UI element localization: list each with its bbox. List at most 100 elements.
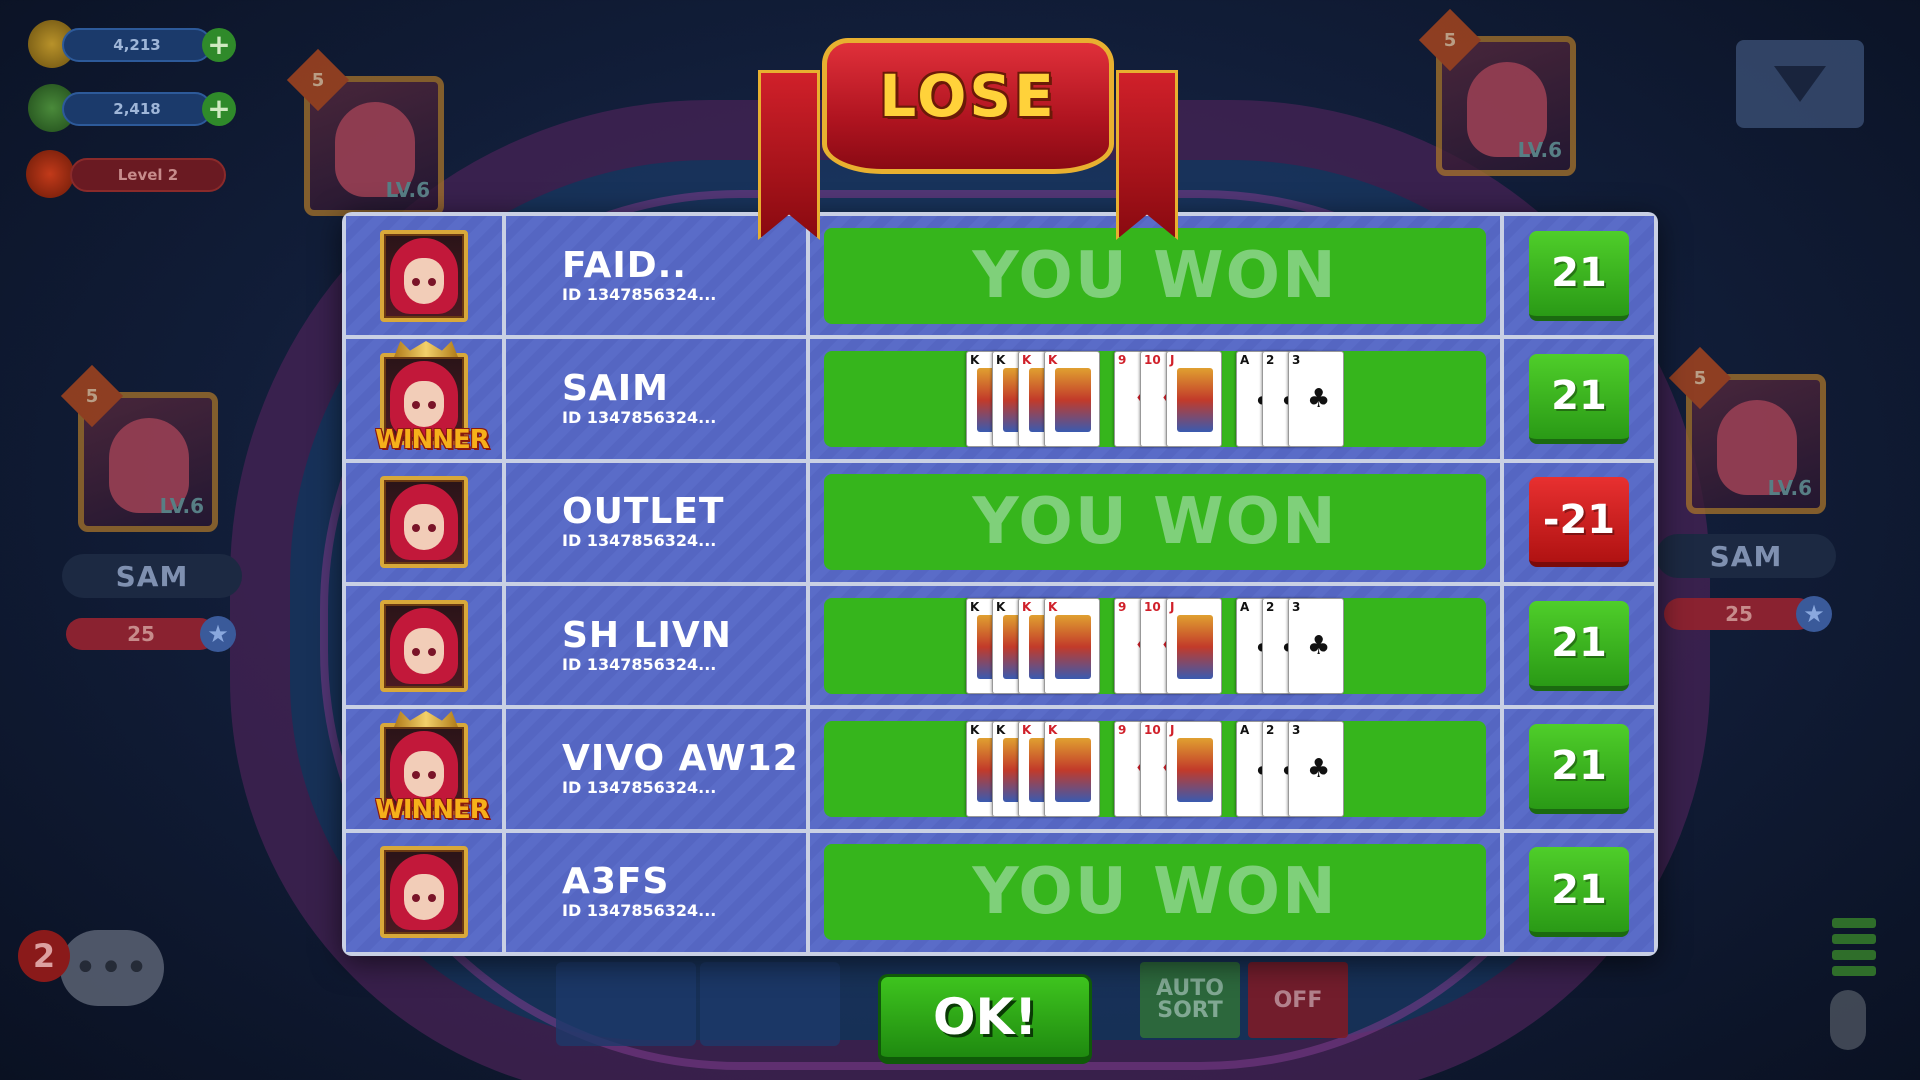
card-face-art	[1055, 367, 1091, 432]
score-badge: -21	[1529, 477, 1629, 568]
avatar-cell	[346, 585, 502, 706]
level-icon	[26, 150, 74, 198]
hand-preview-tile	[556, 962, 696, 1046]
result-cell: KKKK9♦10♦JA♣2♣3♣	[810, 585, 1500, 706]
result-bar: YOU WON	[824, 844, 1486, 941]
score-cell: 21	[1504, 339, 1654, 459]
avatar-cell	[346, 832, 502, 952]
card-hand: KKKK9♦10♦JA♣2♣3♣	[966, 720, 1344, 817]
you-won-text: YOU WON	[972, 238, 1338, 313]
result-row: FAID.. ID 1347856324... YOU WON 21	[346, 216, 1654, 336]
autosort-off-toggle[interactable]: OFF	[1248, 962, 1348, 1038]
card-rank: K	[1048, 722, 1058, 737]
result-bar: KKKK9♦10♦JA♣2♣3♣	[824, 597, 1486, 694]
opponent-avatar-left: 5 LV.6	[60, 364, 218, 532]
ribbon-right	[1116, 70, 1178, 240]
signal-bar	[1832, 918, 1876, 928]
card-rank: 10	[1144, 722, 1161, 737]
card-rank: K	[1022, 352, 1032, 367]
coins-counter: 4,213	[62, 28, 212, 62]
star-icon: ★	[1796, 596, 1832, 632]
opponent-avatar-top-left: 5 LV.6	[286, 48, 444, 216]
avatar-cell: WINNER	[346, 709, 502, 829]
card-rank: K	[970, 352, 980, 367]
player-id: ID 1347856324...	[562, 901, 717, 921]
opponent-score-right: 25	[1664, 598, 1814, 630]
chat-unread-badge: 2	[18, 930, 70, 982]
score-badge: 21	[1529, 723, 1629, 814]
result-cell: YOU WON	[810, 462, 1500, 582]
you-won-text: YOU WON	[972, 485, 1338, 560]
round-result-dialog: FAID.. ID 1347856324... YOU WON 21 WINNER SAI…	[342, 212, 1658, 956]
card-rank: 9	[1118, 352, 1127, 367]
card-rank: 10	[1144, 599, 1161, 614]
avatar	[380, 599, 468, 692]
card-rank: 10	[1144, 352, 1161, 367]
player-id: ID 1347856324...	[562, 407, 717, 427]
score-cell: -21	[1504, 462, 1654, 582]
opponent-badge: 5	[1443, 29, 1457, 51]
crown-icon	[394, 340, 458, 357]
player-name: OUTLET	[562, 491, 725, 533]
add-coins-button[interactable]: +	[202, 28, 236, 62]
card-face-art	[1177, 737, 1213, 802]
card-rank: J	[1170, 722, 1175, 737]
card-rank: 3	[1292, 599, 1301, 614]
playing-card: 3 ♣	[1288, 720, 1344, 817]
player-info-cell: A3FS ID 1347856324...	[506, 832, 806, 952]
result-row: A3FS ID 1347856324... YOU WON 21	[346, 832, 1654, 952]
gems-value: 2,418	[113, 100, 161, 118]
playing-card: K	[1044, 720, 1100, 817]
opponent-level: LV.6	[1767, 476, 1812, 500]
player-info-cell: OUTLET ID 1347856324...	[506, 462, 806, 582]
card-rank: A	[1240, 599, 1250, 614]
player-name: A3FS	[562, 861, 670, 903]
card-rank: J	[1170, 352, 1175, 367]
lose-banner: LOSE	[752, 30, 1184, 240]
card-meld: 9♦10♦J	[1114, 720, 1222, 817]
autosort-button[interactable]: AUTO SORT	[1140, 962, 1240, 1038]
opponent-badge: 5	[1693, 367, 1707, 389]
add-gems-button[interactable]: +	[202, 92, 236, 126]
card-suit-icon: ♣	[1307, 630, 1331, 661]
card-rank: 2	[1266, 722, 1275, 737]
microphone-icon[interactable]	[1830, 990, 1866, 1050]
card-rank: K	[1022, 599, 1032, 614]
card-rank: K	[1048, 352, 1058, 367]
card-meld: A♣2♣3♣	[1236, 597, 1344, 694]
signal-bar	[1832, 966, 1876, 976]
player-name: VIVO AW12	[562, 737, 799, 779]
ok-button[interactable]: OK!	[878, 974, 1092, 1064]
result-row: WINNERSAIMID 1347856324...KKKK9♦10♦JA♣2♣…	[346, 339, 1654, 459]
dropdown-menu-button[interactable]	[1736, 40, 1864, 128]
crown-icon	[394, 710, 458, 727]
card-meld: 9♦10♦J	[1114, 597, 1222, 694]
winner-tag: WINNER	[375, 424, 490, 455]
hand-preview-tile	[700, 962, 840, 1046]
card-meld: KKKK	[966, 720, 1100, 817]
signal-bar	[1832, 934, 1876, 944]
opponent-avatar-right: 5 LV.6	[1668, 346, 1826, 514]
chat-button[interactable]: •••	[60, 930, 164, 1006]
ribbon-main: LOSE	[822, 38, 1114, 174]
score-badge: 21	[1529, 230, 1629, 321]
result-bar: KKKK9♦10♦JA♣2♣3♣	[824, 720, 1486, 817]
opponent-badge: 5	[311, 69, 325, 91]
score-cell: 21	[1504, 709, 1654, 829]
avatar: WINNER	[375, 710, 490, 825]
result-cell: YOU WON	[810, 216, 1500, 336]
card-face-art	[1177, 367, 1213, 432]
card-meld: KKKK	[966, 597, 1100, 694]
opponent-level: LV.6	[159, 494, 204, 518]
you-won-text: YOU WON	[972, 855, 1338, 930]
card-rank: A	[1240, 352, 1250, 367]
playing-card: 3 ♣	[1288, 597, 1344, 694]
playing-card: K	[1044, 597, 1100, 694]
opponent-level: LV.6	[1517, 138, 1562, 162]
card-rank: K	[1022, 722, 1032, 737]
card-suit-icon: ♣	[1307, 383, 1331, 414]
player-info-cell: SAIM ID 1347856324...	[506, 339, 806, 459]
card-rank: K	[970, 722, 980, 737]
card-meld: A♣2♣3♣	[1236, 350, 1344, 447]
card-rank: 9	[1118, 599, 1127, 614]
